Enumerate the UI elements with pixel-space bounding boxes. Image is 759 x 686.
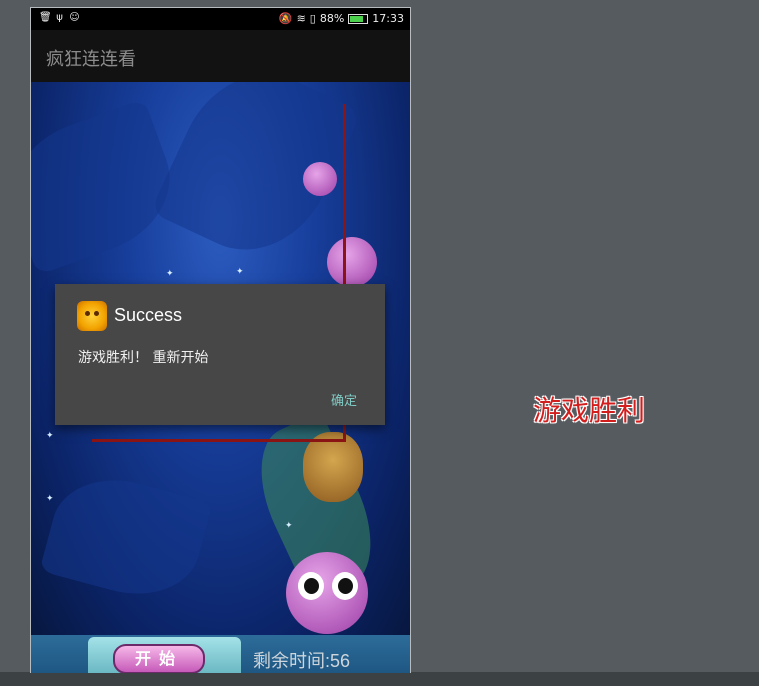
wifi-icon: ≋ (296, 12, 306, 25)
battery-icon (348, 13, 369, 24)
monkey-tile (286, 552, 368, 634)
start-button-frame: 开始 (88, 637, 241, 673)
app-title: 疯狂连连看 (46, 49, 136, 70)
lion-tile (303, 432, 363, 502)
app-bar: 疯狂连连看 (31, 30, 410, 82)
star-icon: ✦ (285, 521, 293, 531)
victory-caption: 游戏胜利 (533, 394, 646, 427)
monkey-tile (327, 237, 377, 287)
remaining-time: 剩余时间:56 (253, 651, 351, 671)
mute-icon: 🔕 (278, 12, 293, 25)
star-icon: ✦ (166, 269, 174, 279)
system-icons: 🔕 ≋ ▯ 88% 17:33 (279, 12, 404, 25)
status-bar: 🗑 ψ ☺ 🔕 ≋ ▯ 88% 17:33 (31, 8, 410, 30)
battery-percent: 88% (319, 12, 345, 25)
monkey-tile (303, 162, 337, 196)
background-leaf (39, 464, 213, 610)
star-icon: ✦ (236, 267, 244, 277)
bottom-panel: 开始 剩余时间:56 (31, 635, 410, 673)
trash-icon: 🗑 (39, 12, 52, 23)
sim-icon: ▯ (309, 12, 316, 25)
start-button[interactable]: 开始 (113, 644, 205, 673)
confirm-button[interactable]: 确定 (317, 390, 371, 414)
dialog-message: 游戏胜利！ 重新开始 (78, 350, 209, 366)
success-dialog: Success 游戏胜利！ 重新开始 确定 (55, 284, 385, 425)
phone-screen: 🗑 ψ ☺ 🔕 ≋ ▯ 88% 17:33 疯狂连连看 ✦ ✦ ✦ ✦ ✦ Su… (30, 7, 411, 673)
notification-icons: 🗑 ψ ☺ (39, 12, 80, 24)
link-path-horizontal (92, 439, 346, 442)
usb-icon: ψ (56, 12, 63, 23)
dialog-title: Success (114, 305, 183, 325)
star-icon: ✦ (46, 431, 54, 441)
smiley-icon (77, 301, 107, 331)
desktop-bottom-strip (0, 672, 759, 686)
clock: 17:33 (372, 12, 404, 25)
emoji-icon: ☺ (69, 12, 80, 23)
star-icon: ✦ (46, 494, 54, 504)
